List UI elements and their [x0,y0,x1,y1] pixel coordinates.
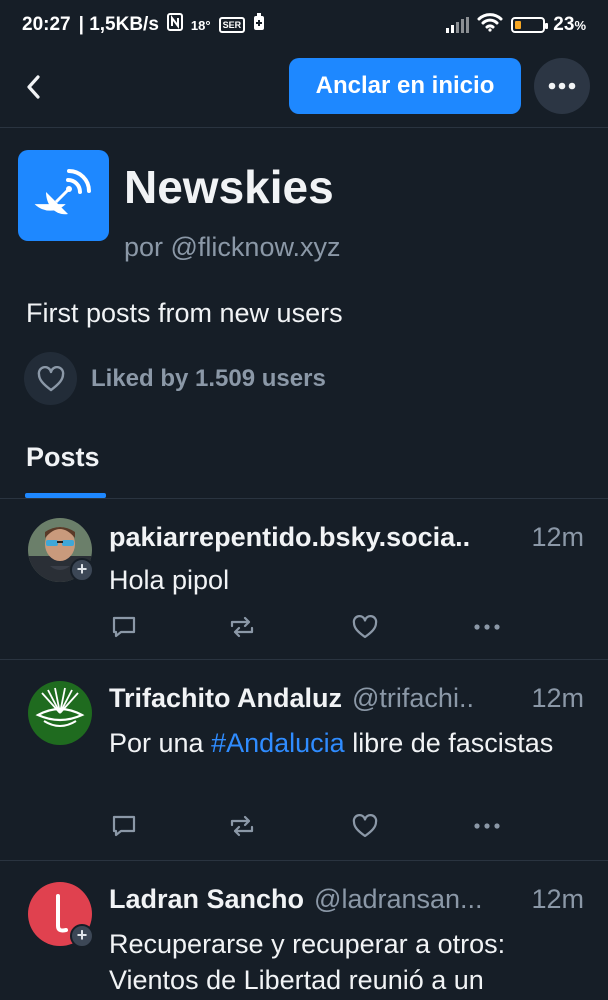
status-left: 20:27 | 1,5KB/s 18° SER [22,13,265,37]
like-button[interactable] [350,612,380,642]
reply-button[interactable] [109,811,139,841]
post-header: Ladran Sancho @ladransan... [109,884,483,915]
pin-to-home-button[interactable]: Anclar en inicio [289,58,521,114]
battery-saver-icon [253,13,265,37]
post-author-name[interactable]: Ladran Sancho [109,884,304,915]
follow-plus-button[interactable]: + [70,558,94,582]
status-temp: 18° [190,17,211,33]
post-text-content: Recuperarse y recuperar a otros: Vientos… [109,929,506,995]
feed-description: First posts from new users [26,298,343,328]
post-author-name[interactable]: Trifachito Andaluz [109,683,342,714]
repost-button[interactable] [227,811,257,841]
hashtag-link[interactable]: #Andalucia [211,728,345,758]
post-time[interactable]: 12m [531,884,584,915]
header: Anclar en inicio [0,50,608,128]
post-item[interactable]: + pakiarrepentido.bsky.socia.. 12m Hola … [0,500,608,660]
post-text-content: Por una [109,728,212,758]
like-icon [352,814,378,838]
heart-icon [37,365,64,391]
post-text: Por una #Andalucia libre de fascistas [109,725,579,761]
more-icon [474,823,500,829]
post-header: Trifachito Andaluz @trifachi.. [109,683,474,714]
radio-icon: SER [218,17,246,33]
post-text-content: Hola pipol [109,565,230,595]
battery-icon [511,17,549,33]
more-options-button[interactable] [534,58,590,114]
post-text: Hola pipol [109,562,579,598]
satellite-dish-icon [34,168,91,214]
post-time[interactable]: 12m [531,522,584,553]
post-header: pakiarrepentido.bsky.socia.. [109,522,470,553]
likes-count-link[interactable]: Liked by 1.509 users [91,365,326,393]
repost-icon [230,616,254,638]
feed-author[interactable]: por @flicknow.xyz [124,232,340,263]
like-icon [352,615,378,639]
post-author-name[interactable]: pakiarrepentido.bsky.socia.. [109,522,470,553]
follow-plus-button[interactable]: + [70,924,94,948]
chevron-left-icon [27,75,40,99]
more-icon [474,624,500,630]
post-author-handle[interactable]: @ladransan... [314,884,483,915]
status-speed: | 1,5KB/s [78,14,159,35]
post-text: Recuperarse y recuperar a otros: Vientos… [109,926,579,998]
post-actions [109,612,529,642]
signal-icon [446,17,470,33]
post-actions [109,811,529,841]
tab-bar: Posts [0,430,608,499]
reply-icon [112,815,136,837]
repost-button[interactable] [227,612,257,642]
post-item[interactable]: + Ladran Sancho @ladransan... 12m Recupe… [0,862,608,1000]
tab-active-indicator [25,493,106,498]
battery-percent-sign: % [574,18,586,33]
post-more-button[interactable] [472,612,502,642]
post-time[interactable]: 12m [531,683,584,714]
feed-title: Newskies [124,161,334,213]
reply-icon [112,616,136,638]
status-time: 20:27 [22,14,71,35]
status-right: 23% [446,12,586,38]
post-more-button[interactable] [472,811,502,841]
status-bar: 20:27 | 1,5KB/s 18° SER 23% [0,0,608,50]
post-author-handle[interactable]: @trifachi.. [352,683,474,714]
post-text-content-rest: libre de fascistas [344,728,554,758]
repost-icon [230,815,254,837]
back-button[interactable] [20,72,46,102]
post-item[interactable]: Trifachito Andaluz @trifachi.. 12m Por u… [0,661,608,861]
tab-posts[interactable]: Posts [26,442,100,473]
battery-percent: 23 [553,14,575,35]
feed-avatar [18,150,109,241]
avatar[interactable] [28,681,92,745]
ellipsis-icon [548,82,576,90]
nfc-icon [166,13,183,37]
like-feed-button[interactable] [24,352,77,405]
wifi-icon [477,12,503,38]
feed-likes-row: Liked by 1.509 users [24,352,326,405]
like-button[interactable] [350,811,380,841]
reply-button[interactable] [109,612,139,642]
